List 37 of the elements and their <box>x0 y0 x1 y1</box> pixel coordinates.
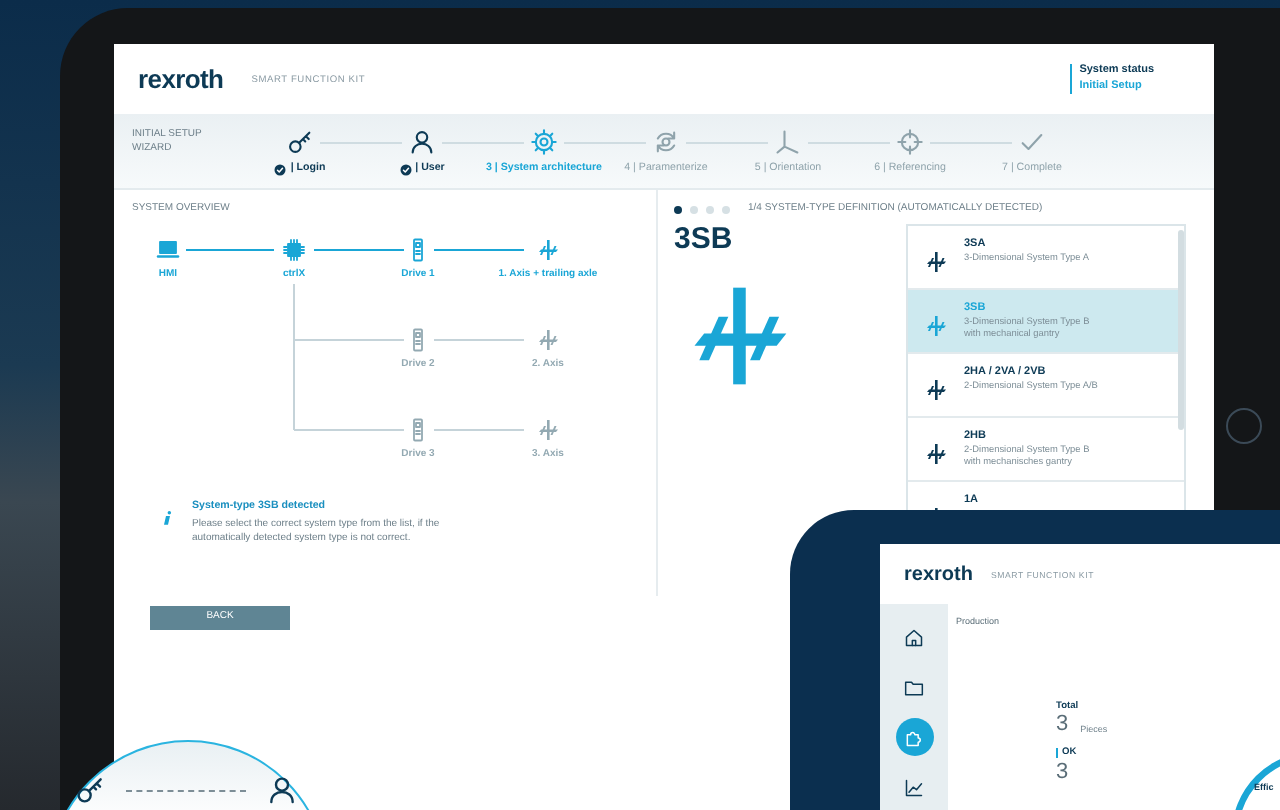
axis-icon <box>924 441 948 465</box>
axes-icon[interactable] <box>774 128 802 156</box>
axis-icon <box>924 313 948 337</box>
connector-line <box>313 248 405 250</box>
ok-value: 3 <box>1056 759 1071 784</box>
home-button[interactable] <box>1226 408 1262 444</box>
connector-line <box>433 428 525 430</box>
connector-line <box>185 248 275 250</box>
key-icon <box>74 774 106 806</box>
scrollbar[interactable] <box>1178 229 1184 429</box>
logo: rexroth <box>904 561 973 589</box>
user-icon[interactable] <box>408 128 436 156</box>
check-circle-icon <box>399 163 412 176</box>
connector-line <box>433 248 525 250</box>
page-dot[interactable] <box>674 205 682 214</box>
home-icon <box>904 627 924 647</box>
crosshair-icon[interactable] <box>896 128 924 156</box>
chart-icon <box>904 777 924 797</box>
page-dot[interactable] <box>722 205 730 214</box>
folder-icon <box>904 677 924 697</box>
check-icon[interactable] <box>1018 128 1046 156</box>
refresh-icon[interactable] <box>652 128 680 156</box>
key-icon[interactable] <box>286 128 314 156</box>
puzzle-icon <box>904 727 924 747</box>
axis-icon <box>924 249 948 273</box>
chip-icon <box>282 237 306 261</box>
laptop-icon <box>156 237 180 261</box>
axis-icon <box>924 377 948 401</box>
user-icon <box>266 774 298 806</box>
settings-icon[interactable] <box>530 128 558 156</box>
total-value: 3 <box>1056 712 1069 737</box>
page-dot[interactable] <box>706 205 714 214</box>
connector-line <box>433 338 525 340</box>
check-circle-icon <box>274 163 287 176</box>
page-dot[interactable] <box>690 205 698 214</box>
system-type-title: 3SB <box>674 219 735 259</box>
logo: rexroth <box>138 61 224 98</box>
